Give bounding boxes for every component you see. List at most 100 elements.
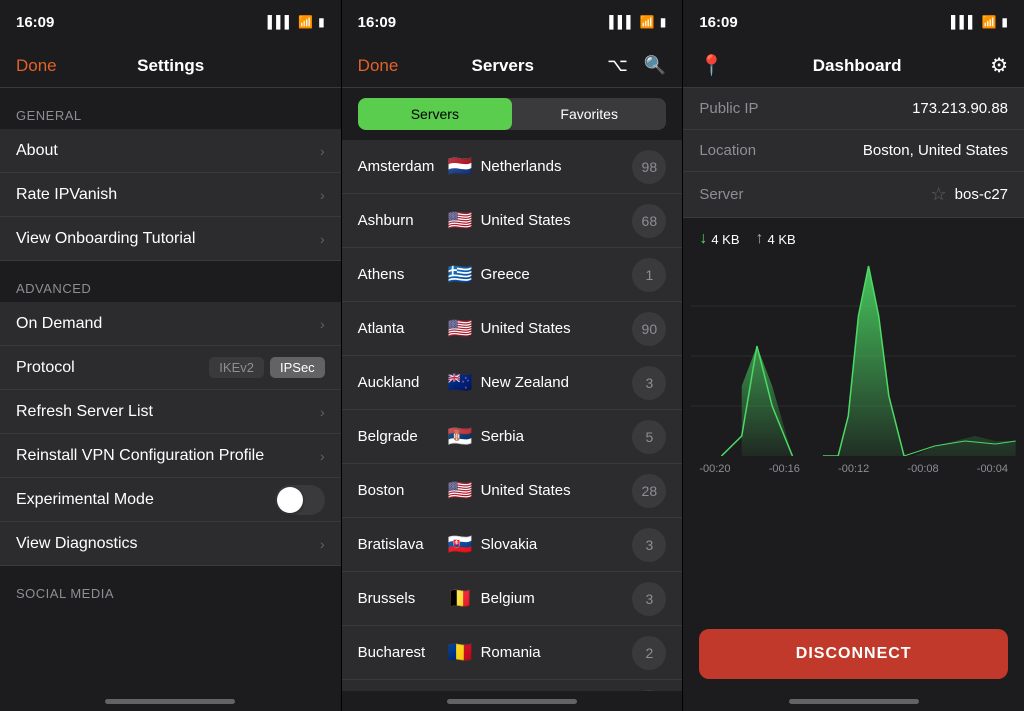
server-label: Server <box>699 186 743 203</box>
public-ip-value: 173.213.90.88 <box>912 100 1008 117</box>
server-flag-icon: 🇳🇿 <box>448 370 473 395</box>
server-country: Belgium <box>481 590 633 607</box>
server-flag-icon: 🇷🇸 <box>448 424 473 449</box>
server-country: United States <box>481 482 633 499</box>
refresh-chevron: › <box>320 404 325 420</box>
server-count-badge: 68 <box>632 204 666 238</box>
wifi-icon-servers: 📶 <box>640 15 655 29</box>
location-pin-icon: 📍 <box>699 53 724 78</box>
status-time-servers: 16:09 <box>358 14 396 31</box>
server-city: Bucharest <box>358 644 448 661</box>
on-demand-label: On Demand <box>16 315 102 333</box>
rate-row[interactable]: Rate IPVanish › <box>0 173 341 217</box>
wifi-icon: 📶 <box>298 15 313 29</box>
server-row[interactable]: Atlanta 🇺🇸 United States 90 <box>342 302 683 356</box>
disconnect-label: DISCONNECT <box>796 645 912 663</box>
settings-panel: 16:09 ▌▌▌ 📶 ▮ Done Settings General Abou… <box>0 0 342 711</box>
general-section-header: General <box>0 88 341 129</box>
protocol-row[interactable]: Protocol IKEv2 IPSec <box>0 346 341 390</box>
server-flag-icon: 🇺🇸 <box>448 478 473 503</box>
dashboard-nav-bar: 📍 Dashboard ⚙ <box>683 44 1024 88</box>
servers-tab[interactable]: Servers <box>358 98 512 130</box>
chart-label-0: -00:20 <box>699 463 730 475</box>
server-count-badge: 98 <box>632 150 666 184</box>
servers-title: Servers <box>472 56 534 76</box>
server-flag-icon: 🇺🇸 <box>448 316 473 341</box>
status-icons-settings: ▌▌▌ 📶 ▮ <box>268 15 325 29</box>
ipsec-button[interactable]: IPSec <box>270 357 325 378</box>
download-stat: ↓ 4 KB <box>699 230 739 248</box>
about-row[interactable]: About › <box>0 129 341 173</box>
server-flag-icon: 🇷🇴 <box>448 640 473 665</box>
status-time-dashboard: 16:09 <box>699 14 737 31</box>
on-demand-row[interactable]: On Demand › <box>0 302 341 346</box>
settings-title: Settings <box>137 56 204 76</box>
server-row[interactable]: Budapest 🇭🇺 Hungary 2 <box>342 680 683 691</box>
wifi-icon-dashboard: 📶 <box>981 15 996 29</box>
server-row[interactable]: Auckland 🇳🇿 New Zealand 3 <box>342 356 683 410</box>
experimental-toggle[interactable] <box>275 485 325 515</box>
signal-icon-servers: ▌▌▌ <box>609 15 635 29</box>
download-value: 4 KB <box>711 232 739 247</box>
server-flag-icon: 🇧🇪 <box>448 586 473 611</box>
star-icon[interactable]: ☆ <box>931 184 947 205</box>
dashboard-title: Dashboard <box>813 56 902 76</box>
status-bar-settings: 16:09 ▌▌▌ 📶 ▮ <box>0 0 341 44</box>
disconnect-button[interactable]: DISCONNECT <box>699 629 1008 679</box>
experimental-row[interactable]: Experimental Mode <box>0 478 341 522</box>
server-city: Brussels <box>358 590 448 607</box>
gear-icon[interactable]: ⚙ <box>990 53 1008 78</box>
server-value-container: ☆ bos-c27 <box>931 184 1009 205</box>
servers-panel: 16:09 ▌▌▌ 📶 ▮ Done Servers ⌥ 🔍 Servers F… <box>342 0 684 711</box>
battery-icon-dashboard: ▮ <box>1001 15 1008 29</box>
toggle-thumb <box>277 487 303 513</box>
signal-icon-dashboard: ▌▌▌ <box>951 15 977 29</box>
refresh-server-row[interactable]: Refresh Server List › <box>0 390 341 434</box>
onboarding-row[interactable]: View Onboarding Tutorial › <box>0 217 341 261</box>
server-count-badge: 3 <box>632 528 666 562</box>
server-row[interactable]: Amsterdam 🇳🇱 Netherlands 98 <box>342 140 683 194</box>
favorites-tab[interactable]: Favorites <box>512 98 666 130</box>
server-flag-icon: 🇬🇷 <box>448 262 473 287</box>
about-label: About <box>16 142 58 160</box>
settings-nav-bar: Done Settings <box>0 44 341 88</box>
server-row[interactable]: Athens 🇬🇷 Greece 1 <box>342 248 683 302</box>
battery-icon: ▮ <box>318 15 325 29</box>
server-city: Amsterdam <box>358 158 448 175</box>
server-row[interactable]: Brussels 🇧🇪 Belgium 3 <box>342 572 683 626</box>
reinstall-chevron: › <box>320 448 325 464</box>
server-row[interactable]: Bratislava 🇸🇰 Slovakia 3 <box>342 518 683 572</box>
server-flag-icon: 🇳🇱 <box>448 154 473 179</box>
info-rows: Public IP 173.213.90.88 Location Boston,… <box>683 88 1024 218</box>
server-row[interactable]: Boston 🇺🇸 United States 28 <box>342 464 683 518</box>
settings-done-button[interactable]: Done <box>16 56 57 76</box>
status-bar-dashboard: 16:09 ▌▌▌ 📶 ▮ <box>683 0 1024 44</box>
chart-label-4: -00:04 <box>977 463 1008 475</box>
on-demand-chevron: › <box>320 316 325 332</box>
home-indicator-servers <box>342 691 683 711</box>
server-city: Athens <box>358 266 448 283</box>
reinstall-row[interactable]: Reinstall VPN Configuration Profile › <box>0 434 341 478</box>
server-row[interactable]: Bucharest 🇷🇴 Romania 2 <box>342 626 683 680</box>
server-row[interactable]: Ashburn 🇺🇸 United States 68 <box>342 194 683 248</box>
about-chevron: › <box>320 143 325 159</box>
home-indicator-settings <box>0 691 341 711</box>
chart-area: ↓ 4 KB ↑ 4 KB <box>683 218 1024 477</box>
search-icon[interactable]: 🔍 <box>644 55 666 76</box>
status-time-settings: 16:09 <box>16 14 54 31</box>
chart-label-3: -00:08 <box>907 463 938 475</box>
servers-done-button[interactable]: Done <box>358 56 399 76</box>
upload-stat: ↑ 4 KB <box>756 230 796 248</box>
server-country: New Zealand <box>481 374 633 391</box>
filter-icon[interactable]: ⌥ <box>607 55 628 76</box>
server-count-badge: 3 <box>632 366 666 400</box>
server-count-badge: 3 <box>632 582 666 616</box>
ikev2-button[interactable]: IKEv2 <box>209 357 264 378</box>
server-flag-icon: 🇸🇰 <box>448 532 473 557</box>
location-value: Boston, United States <box>863 142 1008 159</box>
server-row[interactable]: Belgrade 🇷🇸 Serbia 5 <box>342 410 683 464</box>
server-city: Ashburn <box>358 212 448 229</box>
server-country: Slovakia <box>481 536 633 553</box>
diagnostics-row[interactable]: View Diagnostics › <box>0 522 341 566</box>
server-country: Netherlands <box>481 158 633 175</box>
